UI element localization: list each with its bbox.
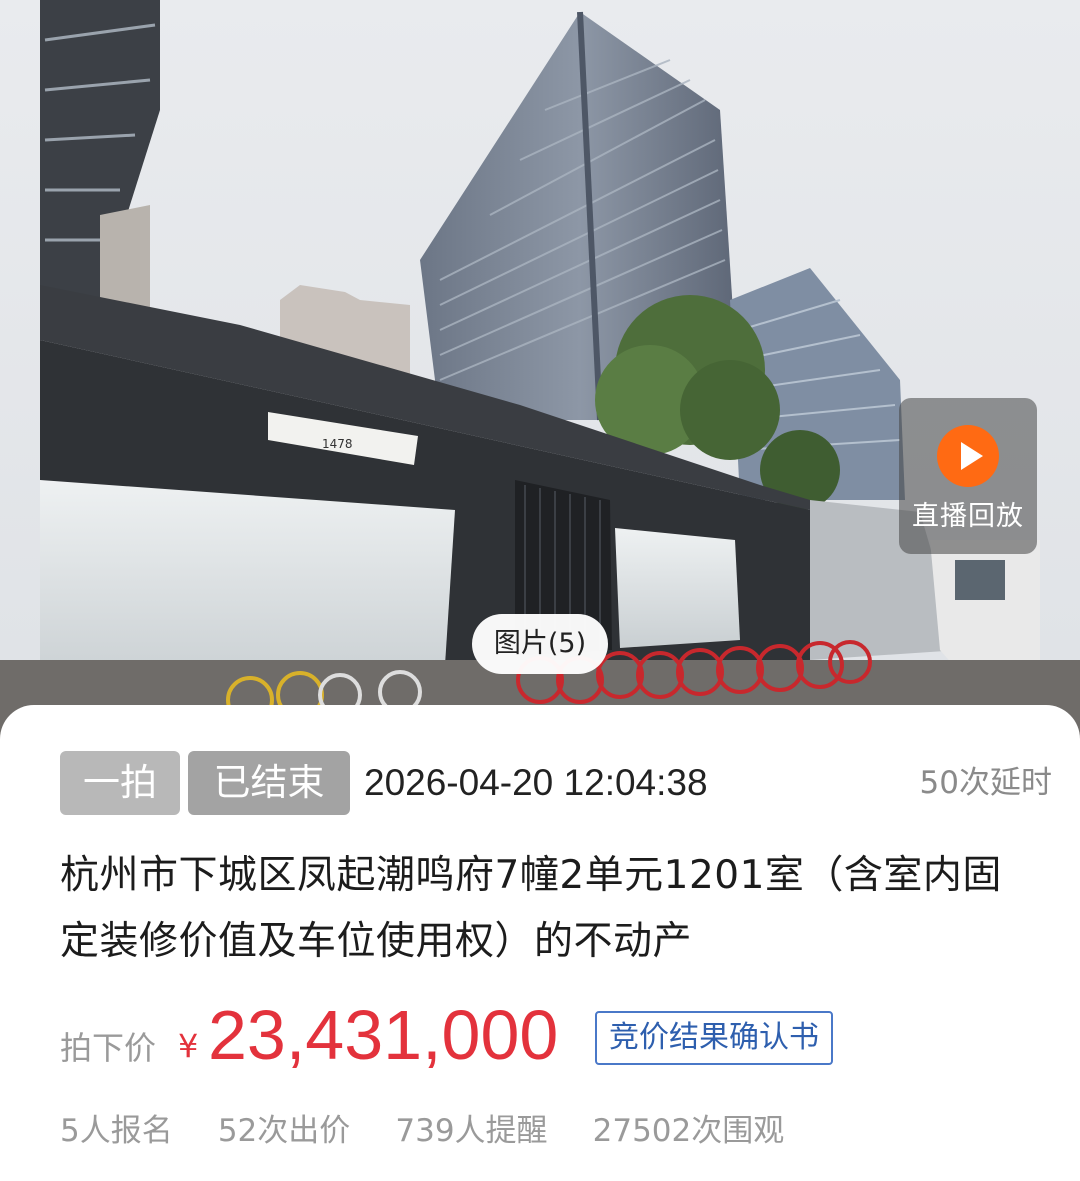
property-title: 杭州市下城区凤起潮鸣府7幢2单元1201室（含室内固定装修价值及车位使用权）的不… [60,853,1002,964]
bids-count: 52次出价 [217,1113,351,1149]
registrations-count: 5人报名 [60,1113,173,1149]
auction-info-card: 一拍 已结束 2026-04-20 12:04:38 50次延时 杭州市下城区凤… [0,705,1080,1181]
play-icon [937,425,999,487]
auction-end-time: 2026-04-20 12:04:38 [364,762,708,803]
reminders-count: 739人提醒 [395,1113,548,1149]
auction-status-tag: 已结束 [188,751,350,815]
bid-confirmation-link[interactable]: 竞价结果确认书 [595,1011,833,1065]
photo-count-button[interactable]: 图片(5) [472,614,608,674]
door-sign-number: 1478 [322,437,353,451]
currency-symbol: ¥ [178,1027,199,1065]
property-photo[interactable]: 1478 直播回放 图片(5) [0,0,1080,740]
delay-count: 50次延时 [919,765,1052,801]
auction-round-tag: 一拍 [60,751,180,815]
auction-stats: 5人报名 52次出价 739人提醒 27502次围观 [60,1105,824,1155]
price-label: 拍下价 [60,1029,157,1067]
auction-status-row: 一拍 已结束 2026-04-20 12:04:38 50次延时 [60,751,1052,815]
live-replay-button[interactable]: 直播回放 [899,398,1037,554]
live-replay-label: 直播回放 [912,501,1024,532]
final-price: 23,431,000 [208,996,559,1074]
views-count: 27502次围观 [592,1113,785,1149]
